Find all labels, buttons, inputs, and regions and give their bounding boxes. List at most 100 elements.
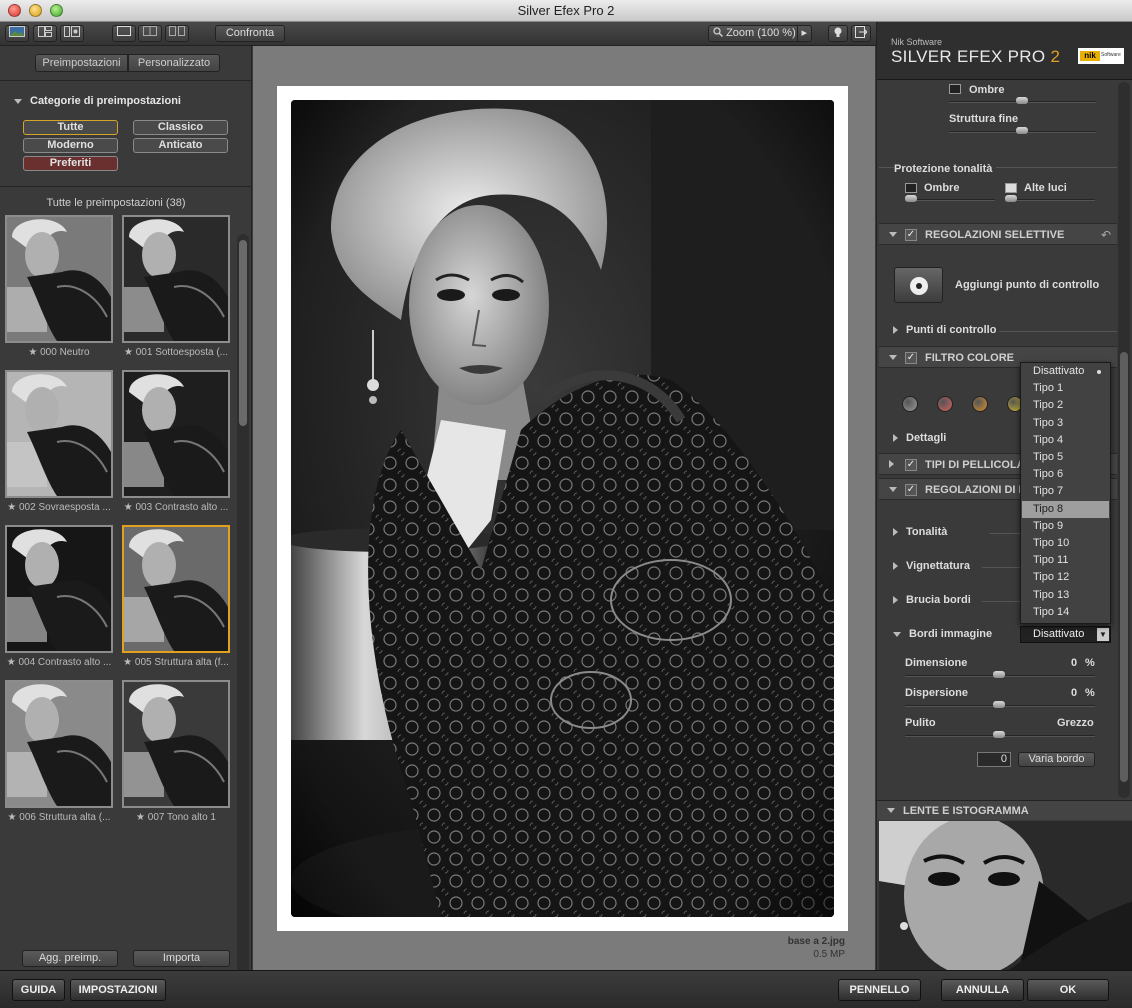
category-modern-button[interactable]: Moderno <box>23 138 118 153</box>
dropdown-option[interactable]: Tipo 7 <box>1022 483 1109 500</box>
tonal-highlights-slider[interactable] <box>1005 195 1095 202</box>
preset-thumbnail[interactable] <box>122 370 230 498</box>
category-favorites-button[interactable]: Preferiti <box>23 156 118 171</box>
tab-custom[interactable]: Personalizzato <box>128 54 220 72</box>
scrollbar-knob[interactable] <box>239 240 247 426</box>
compare-button[interactable]: Confronta <box>215 25 285 42</box>
presets-scrollbar[interactable] <box>237 234 249 986</box>
finishing-enable-checkbox[interactable]: ✓ <box>905 484 917 496</box>
split-view-button[interactable] <box>138 25 162 42</box>
clean-rough-slider[interactable] <box>905 731 1095 738</box>
grid-view-button[interactable] <box>33 25 57 42</box>
categories-title: Categorie di preimpostazioni <box>30 95 181 107</box>
spread-slider[interactable] <box>905 701 1095 708</box>
dropdown-option[interactable]: Tipo 13 <box>1022 587 1109 604</box>
side-by-side-view-button[interactable] <box>165 25 189 42</box>
vary-border-button[interactable]: Varia bordo <box>1018 752 1095 767</box>
cancel-button[interactable]: ANNULLA <box>941 979 1024 1001</box>
dropdown-option[interactable]: Disattivato <box>1022 363 1109 380</box>
toning-toggle[interactable]: Tonalità <box>893 526 947 538</box>
add-control-point-button[interactable] <box>894 267 943 303</box>
fine-structure-slider[interactable] <box>949 127 1096 134</box>
vignette-toggle[interactable]: Vignettatura <box>893 560 970 572</box>
burn-edges-toggle[interactable]: Brucia bordi <box>893 594 971 606</box>
preset-thumbnail[interactable] <box>122 525 230 653</box>
ok-button[interactable]: OK <box>1027 979 1109 1001</box>
preset-thumbnail[interactable] <box>5 370 113 498</box>
star-icon[interactable]: ★ <box>124 502 133 513</box>
dropdown-option[interactable]: Tipo 1 <box>1022 380 1109 397</box>
preview-image[interactable] <box>291 100 834 917</box>
star-icon[interactable]: ★ <box>28 347 37 358</box>
loupe-histogram-header[interactable]: LENTE E ISTOGRAMMA <box>877 800 1132 820</box>
star-icon[interactable]: ★ <box>124 347 133 358</box>
slider-handle[interactable] <box>993 701 1005 708</box>
color-filter-swatch[interactable] <box>902 396 918 412</box>
selective-enable-checkbox[interactable]: ✓ <box>905 229 917 241</box>
dropdown-option[interactable]: Tipo 2 <box>1022 397 1109 414</box>
tab-presets[interactable]: Preimpostazioni <box>35 54 128 72</box>
adjustments-scrollbar[interactable] <box>1118 82 1130 798</box>
preset-thumbnail[interactable] <box>5 680 113 808</box>
border-variant-field[interactable]: 0 <box>977 752 1011 767</box>
dropdown-option[interactable]: Tipo 11 <box>1022 552 1109 569</box>
zoom-button[interactable]: Zoom (100 %) ▸ <box>708 25 812 42</box>
image-borders-toggle[interactable]: Bordi immagine <box>893 628 992 640</box>
star-icon[interactable]: ★ <box>8 812 17 823</box>
dropdown-option[interactable]: Tipo 10 <box>1022 535 1109 552</box>
categories-header[interactable]: Categorie di preimpostazioni <box>14 95 181 107</box>
settings-button[interactable]: IMPOSTAZIONI <box>70 979 166 1001</box>
star-icon[interactable]: ★ <box>7 502 16 513</box>
browser-view-button[interactable] <box>5 25 29 42</box>
category-classic-button[interactable]: Classico <box>133 120 228 135</box>
dropdown-option[interactable]: Tipo 9 <box>1022 518 1109 535</box>
preset-thumbnail[interactable] <box>122 680 230 808</box>
scrollbar-knob[interactable] <box>1120 352 1128 782</box>
slider-handle[interactable] <box>1016 127 1028 134</box>
color-filter-swatch[interactable] <box>937 396 953 412</box>
dropdown-option[interactable]: Tipo 12 <box>1022 569 1109 586</box>
dropdown-option[interactable]: Tipo 6 <box>1022 466 1109 483</box>
background-toggle-button[interactable] <box>828 25 848 42</box>
category-vintage-button[interactable]: Anticato <box>133 138 228 153</box>
slider-handle[interactable] <box>1016 97 1028 104</box>
slider-handle[interactable] <box>993 731 1005 738</box>
brush-button[interactable]: PENNELLO <box>838 979 921 1001</box>
slider-handle[interactable] <box>1005 195 1017 202</box>
add-preset-button[interactable]: Agg. preimp. <box>22 950 118 967</box>
star-icon[interactable]: ★ <box>123 657 132 668</box>
star-icon[interactable]: ★ <box>7 657 16 668</box>
control-points-toggle[interactable]: Punti di controllo <box>893 324 996 336</box>
selective-adjustments-header[interactable]: ✓ REGOLAZIONI SELETTIVE ↶ <box>879 223 1117 245</box>
details-toggle[interactable]: Dettagli <box>893 432 946 444</box>
help-button[interactable]: GUIDA <box>12 979 65 1001</box>
film-types-title: TIPI DI PELLICOLA <box>925 459 1025 471</box>
slider-handle[interactable] <box>993 671 1005 678</box>
dropdown-option[interactable]: Tipo 14 <box>1022 604 1109 621</box>
border-type-select[interactable]: Disattivato ▼ <box>1020 626 1111 643</box>
border-type-dropdown: Disattivato Tipo 1 Tipo 2 Tipo 3 Tipo 4 Tipo … <box>1020 362 1111 624</box>
dropdown-option[interactable]: Tipo 5 <box>1022 449 1109 466</box>
single-view-button[interactable] <box>112 25 136 42</box>
exit-fullscreen-button[interactable] <box>851 25 871 42</box>
slider-handle[interactable] <box>905 195 917 202</box>
preset-thumbnail[interactable] <box>5 215 113 343</box>
size-slider[interactable] <box>905 671 1095 678</box>
preset-thumbnail[interactable] <box>5 525 113 653</box>
import-button[interactable]: Importa <box>133 950 230 967</box>
film-types-enable-checkbox[interactable]: ✓ <box>905 459 917 471</box>
loupe-preview[interactable] <box>879 821 1132 970</box>
shadows-slider[interactable] <box>949 97 1096 104</box>
preset-thumbnail[interactable] <box>122 215 230 343</box>
color-filter-enable-checkbox[interactable]: ✓ <box>905 352 917 364</box>
dropdown-option[interactable]: Tipo 8 <box>1022 500 1109 518</box>
dropdown-option[interactable]: Tipo 3 <box>1022 415 1109 432</box>
tonal-shadows-slider[interactable] <box>905 195 995 202</box>
history-view-button[interactable] <box>60 25 84 42</box>
dropdown-option[interactable]: Tipo 4 <box>1022 432 1109 449</box>
preset-thumbnail-image <box>124 372 228 496</box>
color-filter-swatch[interactable] <box>972 396 988 412</box>
reset-icon[interactable]: ↶ <box>1101 228 1111 242</box>
star-icon[interactable]: ★ <box>136 812 145 823</box>
category-all-button[interactable]: Tutte <box>23 120 118 135</box>
